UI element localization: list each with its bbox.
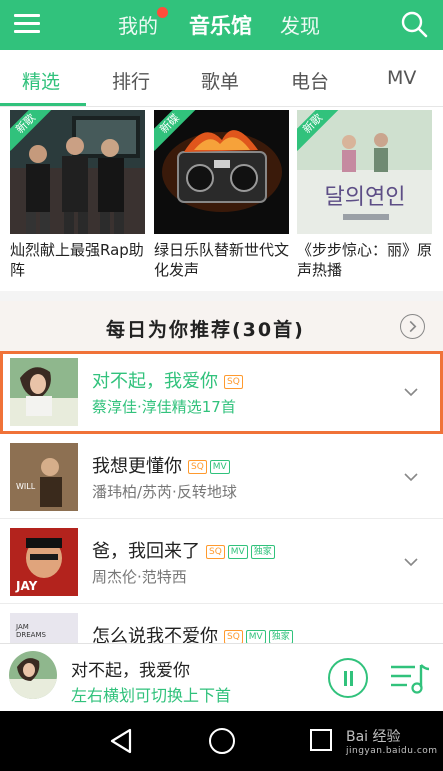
chevron-down-icon[interactable] — [404, 385, 418, 399]
song-title: 对不起，我爱你 SQ — [92, 367, 246, 393]
chevron-down-icon[interactable] — [404, 470, 418, 484]
tab-radio[interactable]: 电台 — [291, 67, 329, 94]
recent-apps-icon[interactable] — [310, 729, 332, 751]
song-title-text: 对不起，我爱你 — [92, 371, 218, 392]
tab-discover[interactable]: 发现 — [280, 10, 320, 39]
svg-text:JAM: JAM — [15, 623, 29, 631]
song-title: 我想更懂你 SQ MV — [92, 452, 233, 478]
watermark-url: jingyan.baidu.com — [346, 746, 438, 756]
banner-card[interactable]: 新碟 绿日乐队替新世代文化发声 — [154, 110, 289, 282]
tab-mv[interactable]: MV — [387, 67, 416, 89]
mv-tag: MV — [209, 460, 230, 474]
song-title: 爸，我回来了 SQ MV 独家 — [92, 537, 278, 563]
banner-caption: 灿烈献上最强Rap助阵 — [10, 241, 144, 279]
song-title-text: 怎么说我不爱你 — [92, 626, 218, 643]
banner-row: 新歌 灿烈献上最强Rap助阵 新碟 绿日乐队替新世代文化发声 달의연인 新歌 《… — [0, 107, 443, 291]
mini-player[interactable]: 对不起，我爱你 左右横划可切换上下首 — [0, 643, 443, 711]
song-title: 怎么说我不爱你 SQ MV 独家 — [92, 622, 296, 643]
sq-tag: SQ — [224, 375, 243, 389]
banner-image: 달의연인 新歌 — [297, 110, 432, 234]
song-title-text: 爸，我回来了 — [92, 541, 200, 562]
sq-tag: SQ — [188, 460, 207, 474]
daily-recommend-header[interactable]: 每日为你推荐(30首) — [0, 301, 443, 351]
banner-caption: 绿日乐队替新世代文化发声 — [154, 241, 289, 279]
playlist-queue-icon[interactable] — [389, 661, 431, 695]
banner-image: 新歌 — [10, 110, 145, 234]
watermark: Bai 经验 jingyan.baidu.com — [346, 726, 438, 756]
album-cover — [10, 358, 78, 426]
search-icon[interactable] — [400, 10, 428, 38]
song-row[interactable]: WILL 我想更懂你 SQ MV 潘玮柏/苏芮·反转地球 — [0, 436, 443, 519]
tab-featured[interactable]: 精选 — [22, 67, 60, 94]
exclusive-tag: 独家 — [268, 630, 293, 643]
banner-caption: 《步步惊心：丽》原声热播 — [297, 241, 432, 279]
song-list: 对不起，我爱你 SQ 蔡淳佳·淳佳精选17首 WILL 我想更懂你 SQ MV 潘玮柏… — [0, 351, 443, 643]
sq-tag: SQ — [224, 630, 243, 643]
active-tab-indicator — [0, 103, 86, 106]
section-tabs: 精选 排行 歌单 电台 MV — [0, 50, 443, 107]
top-bar: 我的 音乐馆 发现 — [0, 0, 443, 50]
album-cover: JAY — [10, 528, 78, 596]
song-artist: 蔡淳佳·淳佳精选17首 — [92, 398, 236, 416]
back-icon[interactable] — [108, 727, 136, 755]
song-row[interactable]: 对不起，我爱你 SQ 蔡淳佳·淳佳精选17首 — [0, 351, 443, 434]
svg-text:DREAMS: DREAMS — [16, 631, 47, 639]
chevron-right-icon[interactable] — [400, 314, 425, 339]
daily-recommend-title: 每日为你推荐(30首) — [106, 319, 305, 341]
tab-mine[interactable]: 我的 — [118, 10, 158, 39]
now-playing-title: 对不起，我爱你 — [71, 661, 190, 681]
sq-tag: SQ — [206, 545, 225, 559]
banner-image: 新碟 — [154, 110, 289, 234]
song-row[interactable]: JAM DREAMS 怎么说我不爱你 SQ MV 独家 — [0, 606, 443, 643]
now-playing-cover[interactable] — [9, 651, 57, 699]
svg-text:JAY: JAY — [15, 579, 38, 593]
menu-icon[interactable] — [14, 12, 42, 36]
mv-tag: MV — [227, 545, 248, 559]
banner-card[interactable]: 달의연인 新歌 《步步惊心：丽》原声热播 — [297, 110, 432, 282]
song-artist: 周杰伦·范特西 — [92, 568, 187, 586]
svg-text:달의연인: 달의연인 — [325, 185, 406, 210]
song-title-text: 我想更懂你 — [92, 456, 182, 477]
svg-text:WILL: WILL — [16, 482, 36, 491]
song-artist: 潘玮柏/苏芮·反转地球 — [92, 483, 237, 501]
album-cover: WILL — [10, 443, 78, 511]
chevron-down-icon[interactable] — [404, 555, 418, 569]
mv-tag: MV — [245, 630, 266, 643]
system-nav-bar: Bai 经验 jingyan.baidu.com — [0, 711, 443, 771]
song-row[interactable]: JAY 爸，我回来了 SQ MV 独家 周杰伦·范特西 — [0, 521, 443, 604]
swipe-hint: 左右横划可切换上下首 — [71, 686, 232, 705]
exclusive-tag: 独家 — [250, 545, 275, 559]
tab-music-hall[interactable]: 音乐馆 — [189, 10, 252, 40]
banner-card[interactable]: 新歌 灿烈献上最强Rap助阵 — [10, 110, 145, 282]
tab-playlists[interactable]: 歌单 — [201, 67, 239, 94]
tab-charts[interactable]: 排行 — [112, 67, 150, 94]
pause-button[interactable] — [328, 658, 368, 698]
notification-dot — [157, 7, 168, 18]
home-icon[interactable] — [209, 728, 235, 754]
watermark-brand: Bai 经验 — [346, 729, 401, 745]
album-cover: JAM DREAMS — [10, 613, 78, 643]
